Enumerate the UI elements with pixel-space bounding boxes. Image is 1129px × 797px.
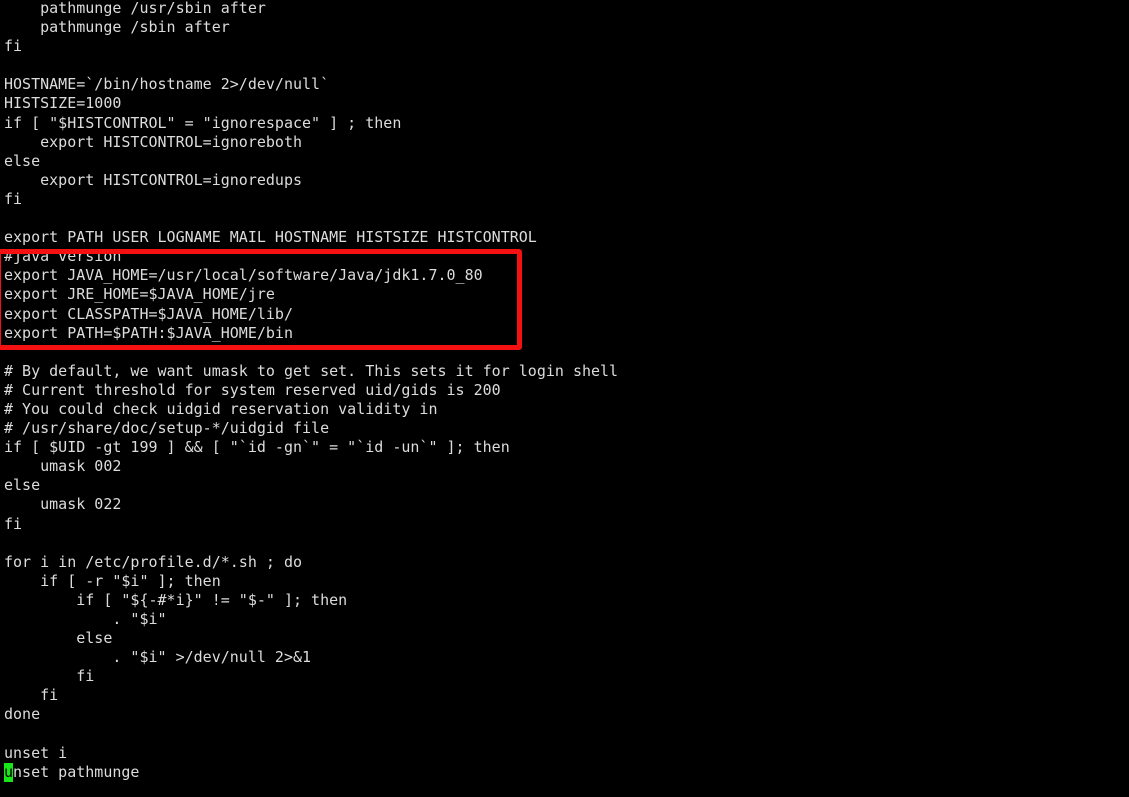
terminal-line: if [ "$HISTCONTROL" = "ignorespace" ] ; … [4, 113, 402, 132]
terminal-line: umask 002 [4, 457, 122, 476]
terminal-line: done [4, 705, 41, 724]
terminal-line: if [ "${-#*i}" != "$-" ]; then [4, 590, 348, 609]
terminal-line: else [4, 151, 41, 170]
terminal-line: export HISTCONTROL=ignoredups [4, 170, 303, 189]
terminal-line: HISTSIZE=1000 [4, 94, 122, 113]
terminal-line: # You could check uidgid reservation val… [4, 399, 438, 418]
text-cursor: u [4, 762, 14, 782]
terminal-line: HOSTNAME=`/bin/hostname 2>/dev/null` [4, 75, 330, 94]
terminal-window[interactable]: pathmunge /usr/sbin after pathmunge /sbi… [0, 0, 1129, 797]
terminal-line: # Current threshold for system reserved … [4, 380, 501, 399]
terminal-line: if [ $UID -gt 199 ] && [ "`id -gn`" = "`… [4, 438, 510, 457]
terminal-line: fi [4, 686, 59, 705]
terminal-line: umask 022 [4, 495, 122, 514]
terminal-text-buffer[interactable]: pathmunge /usr/sbin after pathmunge /sbi… [4, 0, 1129, 782]
terminal-line: pathmunge /usr/sbin after [4, 0, 266, 17]
terminal-line: #java version [4, 247, 122, 266]
terminal-line: . "$i" >/dev/null 2>&1 [4, 648, 312, 667]
terminal-line: else [4, 476, 41, 495]
terminal-line: export PATH USER LOGNAME MAIL HOSTNAME H… [4, 228, 537, 247]
terminal-line: pathmunge /sbin after [4, 18, 230, 37]
terminal-line: . "$i" [4, 610, 167, 628]
terminal-line: fi [4, 37, 23, 56]
terminal-line: for i in /etc/profile.d/*.sh ; do [4, 552, 303, 571]
terminal-line: export CLASSPATH=$JAVA_HOME/lib/ [4, 304, 293, 323]
terminal-line: # By default, we want umask to get set. … [4, 361, 619, 380]
terminal-line: fi [4, 667, 95, 686]
terminal-line: fi [4, 514, 23, 533]
terminal-line: export PATH=$PATH:$JAVA_HOME/bin [4, 323, 293, 342]
terminal-line: export JAVA_HOME=/usr/local/software/Jav… [4, 266, 483, 285]
terminal-line: export JRE_HOME=$JAVA_HOME/jre [4, 285, 275, 304]
terminal-line: export HISTCONTROL=ignoreboth [4, 132, 303, 151]
terminal-line: if [ -r "$i" ]; then [4, 571, 221, 590]
terminal-line: fi [4, 189, 23, 208]
terminal-line: unset pathmunge [4, 762, 140, 782]
terminal-line: else [4, 629, 113, 648]
terminal-line: # /usr/share/doc/setup-*/uidgid file [4, 419, 330, 438]
terminal-line: unset i [4, 743, 68, 762]
